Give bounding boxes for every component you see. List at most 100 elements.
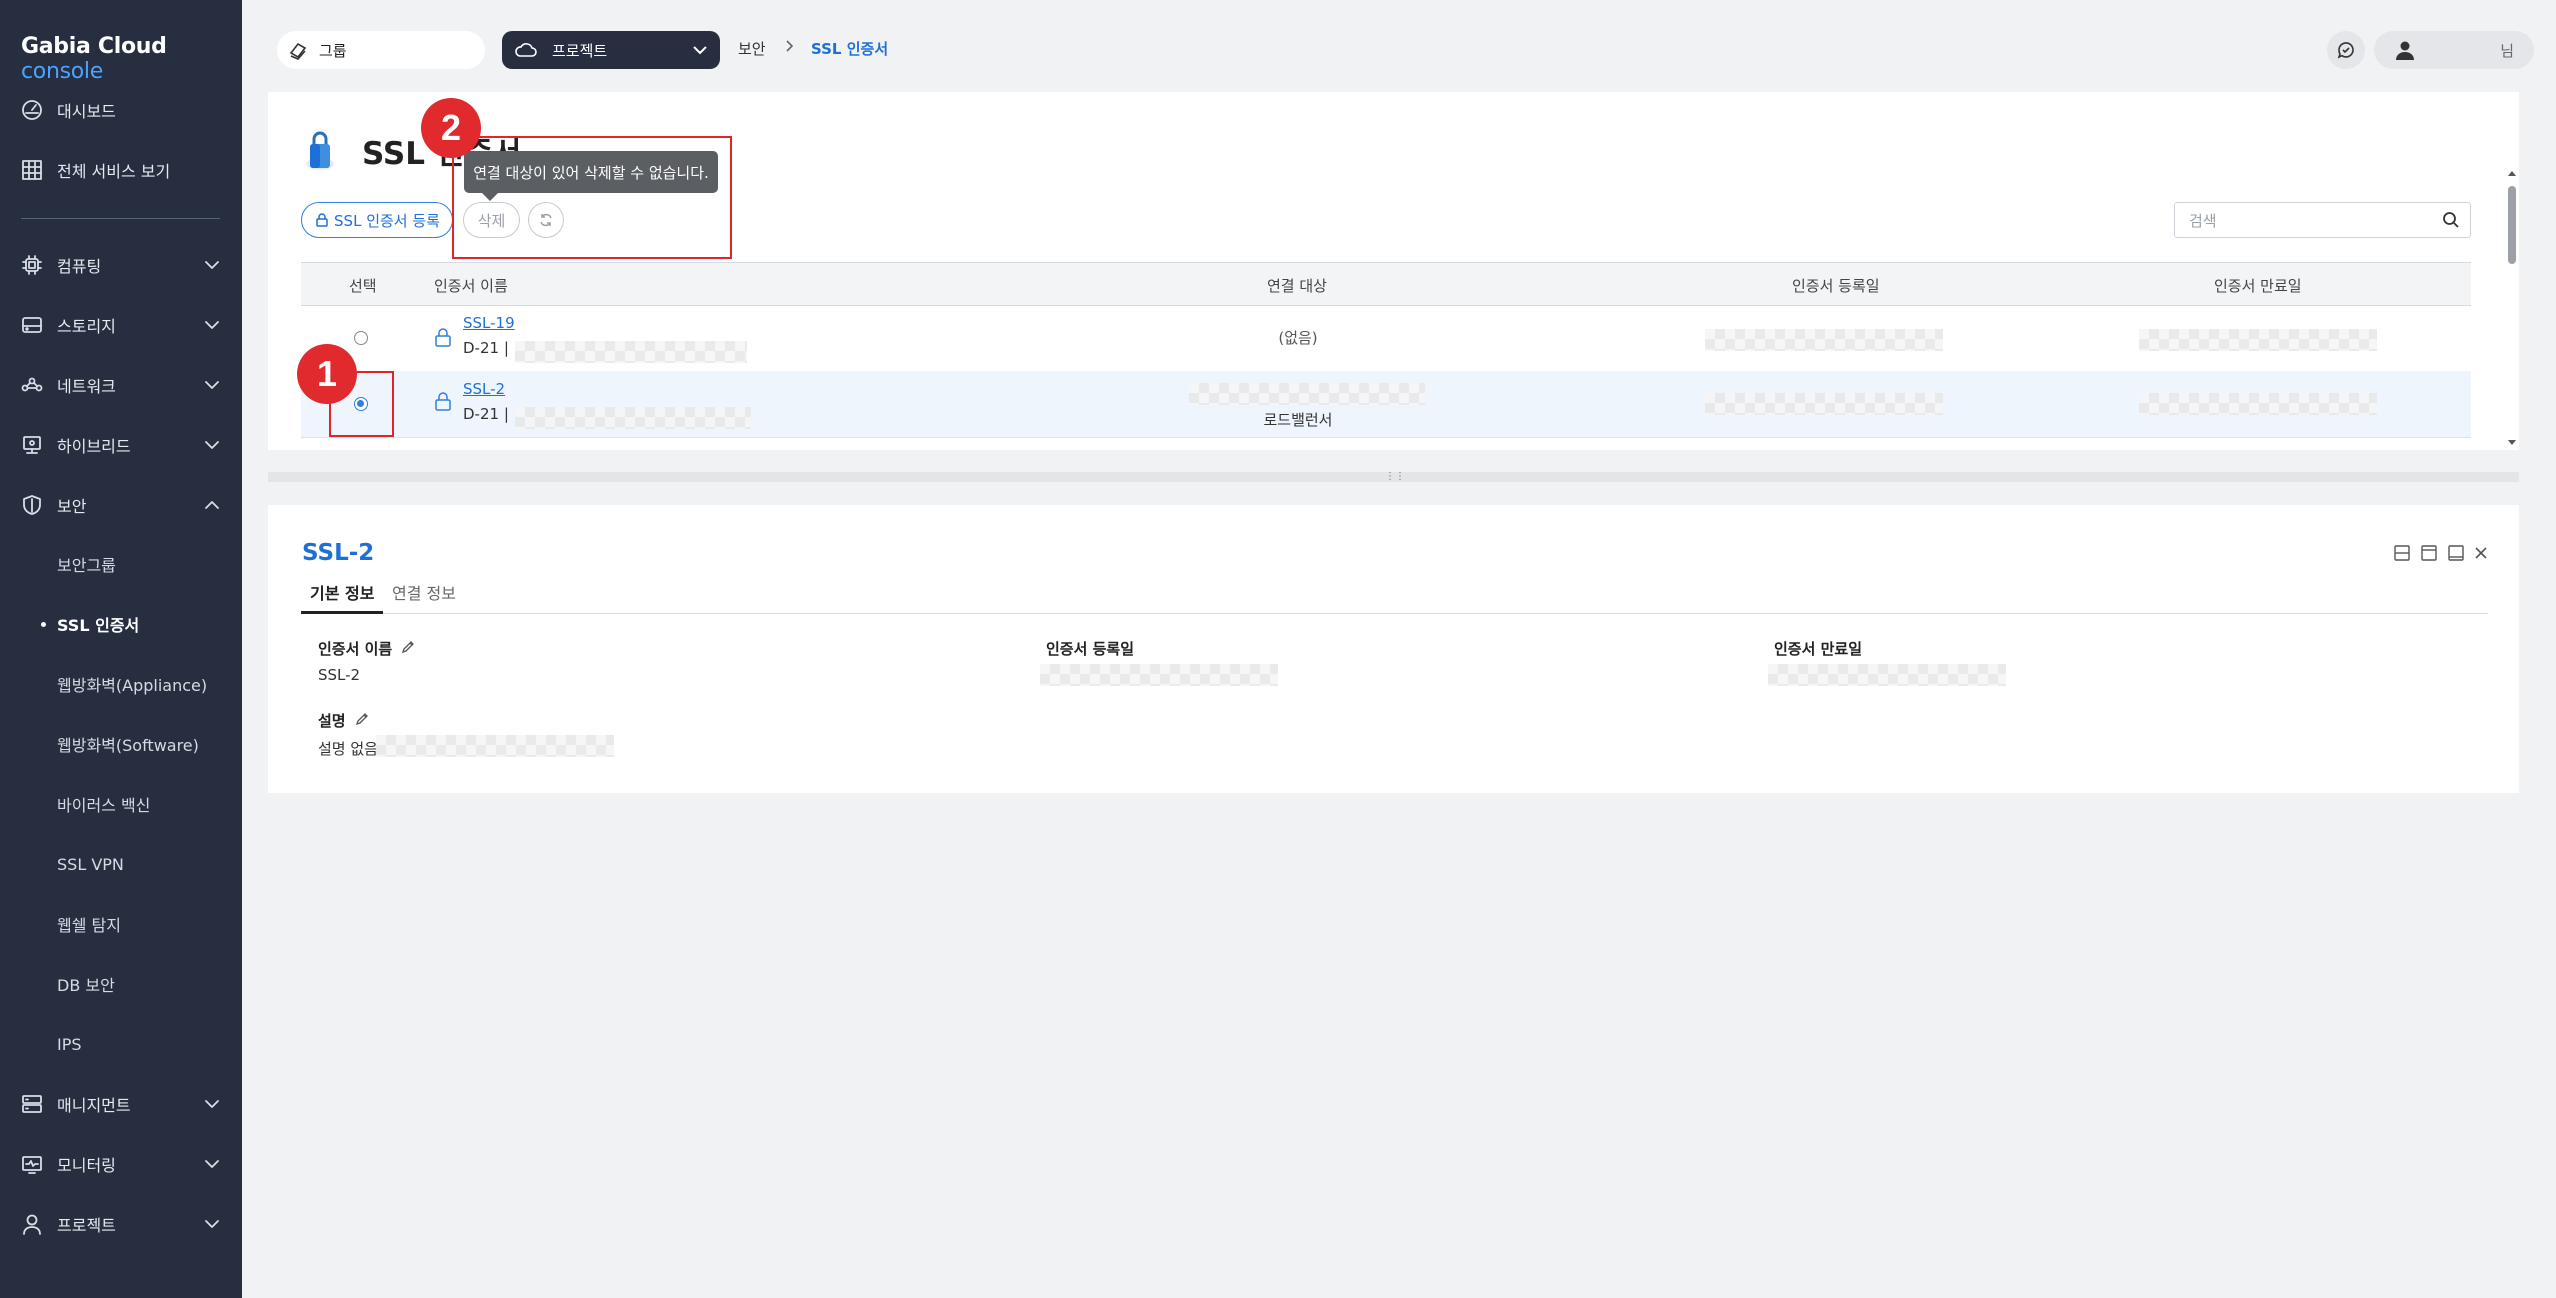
sidebar-subitem-label: 보안그룹 [57,556,116,575]
table-header: 선택 인증서 이름 연결 대상 인증서 등록일 인증서 만료일 [301,262,2471,306]
edit-pencil-icon[interactable] [400,639,416,655]
sidebar-item-network[interactable]: 네트워크 [0,365,242,405]
chevron-right-icon [786,40,794,52]
user-menu-button[interactable]: 님 [2374,31,2534,69]
redacted-area [515,341,747,363]
server-icon [19,1091,45,1117]
scrollbar-thumb[interactable] [2508,186,2516,264]
chevron-down-icon [205,321,219,329]
annotation-number: 2 [440,107,462,148]
sidebar-subitem-webshell[interactable]: 웹쉘 탐지 [0,906,242,942]
tab-connection-info[interactable]: 연결 정보 [392,580,456,604]
storage-icon [19,312,45,338]
field-label-registered: 인증서 등록일 [1046,640,1135,658]
sidebar-item-dashboard[interactable]: 대시보드 [0,90,242,130]
certificate-name-link[interactable]: SSL-19 [463,314,515,332]
chevron-down-icon [205,261,219,269]
certificate-name-link[interactable]: SSL-2 [463,380,505,398]
sidebar-item-project[interactable]: 프로젝트 [0,1204,242,1244]
sidebar-subitem-ssl-vpn[interactable]: SSL VPN [0,846,242,882]
sidebar-subitem-label: 웹방화벽(Software) [57,736,199,755]
edit-pencil-icon[interactable] [354,711,370,727]
brand-name: Gabia Cloud [21,34,167,59]
group-icon [289,42,307,60]
field-value-description: 설명 없음 [318,740,378,758]
row-select-radio[interactable] [354,331,368,345]
group-selector[interactable]: 그룹 [277,31,485,69]
sidebar-subitem-label: 웹쉘 탐지 [57,916,121,935]
sidebar-subitem-label: 바이러스 백신 [57,796,151,815]
connected-target: 로드밸런서 [1263,411,1333,429]
detail-title: SSL-2 [302,540,375,566]
connected-target: (없음) [1278,329,1318,347]
sidebar-item-security[interactable]: 보안 [0,485,242,525]
sidebar-item-label: 모니터링 [57,1156,116,1175]
annotation-box-2 [452,136,732,259]
breadcrumb-security[interactable]: 보안 [738,38,766,59]
project-selector[interactable]: 프로젝트 [502,31,720,69]
split-horizontal-icon[interactable] [2393,544,2411,562]
chevron-down-icon [205,1100,219,1108]
tab-divider [301,613,2488,614]
column-header-name[interactable]: 인증서 이름 [434,275,508,296]
lock-icon [435,392,451,411]
network-icon [19,372,45,398]
sidebar-item-computing[interactable]: 컴퓨팅 [0,245,242,285]
split-top-icon[interactable] [2420,544,2438,562]
active-tab-indicator [301,611,383,614]
chevron-down-icon [205,441,219,449]
split-bottom-icon[interactable] [2447,544,2465,562]
sidebar-subitem-db-security[interactable]: DB 보안 [0,966,242,1002]
tab-basic-info[interactable]: 기본 정보 [310,580,374,604]
brand-logo[interactable]: Gabia Cloud console [21,34,242,84]
shield-icon [19,492,45,518]
sidebar: Gabia Cloud console 대시보드 전체 서비스 보기 컴퓨팅 스… [0,0,242,1298]
cloud-icon [515,43,537,57]
sidebar-item-label: 컴퓨팅 [57,257,102,276]
annotation-number: 1 [316,353,338,394]
chat-help-button[interactable] [2327,31,2365,69]
column-header-registered[interactable]: 인증서 등록일 [1792,275,1880,296]
sidebar-subitem-antivirus[interactable]: 바이러스 백신 [0,786,242,822]
project-label: 프로젝트 [552,41,608,60]
sidebar-item-monitoring[interactable]: 모니터링 [0,1144,242,1184]
sidebar-subitem-ssl-certificate[interactable]: SSL 인증서 [0,606,242,642]
sidebar-item-all-services[interactable]: 전체 서비스 보기 [0,150,242,190]
register-ssl-button[interactable]: SSL 인증서 등록 [301,202,453,238]
sidebar-item-management[interactable]: 매니지먼트 [0,1084,242,1124]
chat-icon [2337,42,2354,59]
annotation-badge-2: 2 [421,98,481,158]
redacted-description [376,735,614,757]
column-header-expires[interactable]: 인증서 만료일 [2214,275,2302,296]
certificate-days-left: D-21 | [463,405,509,423]
grid-icon [19,157,45,183]
ssl-certificate-icon [306,131,334,170]
sidebar-subitem-waf-software[interactable]: 웹방화벽(Software) [0,726,242,762]
sidebar-subitem-label: 웹방화벽(Appliance) [57,676,208,695]
sidebar-item-label: 프로젝트 [57,1216,116,1235]
sidebar-item-label: 하이브리드 [57,437,131,456]
splitter-grip-icon[interactable]: ⋮⋮ [1385,472,1405,482]
sidebar-item-label: 스토리지 [57,317,116,336]
group-label: 그룹 [319,41,347,60]
certificate-days-left: D-21 | [463,339,509,357]
sidebar-subitem-label: SSL 인증서 [57,616,140,635]
sidebar-item-label: 보안 [57,497,87,516]
table-row[interactable]: SSL-2 D-21 | 로드밸런서 [301,371,2471,438]
sidebar-subitem-label: SSL VPN [57,854,124,874]
column-header-target[interactable]: 연결 대상 [1267,275,1327,296]
brand-suffix: console [21,59,103,84]
table-row[interactable]: SSL-19 D-21 | (없음) [301,305,2471,372]
sidebar-item-hybrid[interactable]: 하이브리드 [0,425,242,465]
search-field[interactable] [2174,202,2471,238]
search-icon[interactable] [2442,211,2460,229]
close-icon[interactable] [2472,544,2490,562]
sidebar-subitem-security-group[interactable]: 보안그룹 [0,546,242,582]
sidebar-item-storage[interactable]: 스토리지 [0,305,242,345]
sidebar-subitem-waf-appliance[interactable]: 웹방화벽(Appliance) [0,666,242,702]
search-input[interactable] [2187,209,2431,233]
field-value-cert-name: SSL-2 [318,666,361,684]
sidebar-subitem-ips[interactable]: IPS [0,1026,242,1062]
breadcrumb-ssl-certificate[interactable]: SSL 인증서 [811,38,888,59]
chevron-down-icon [693,46,707,55]
